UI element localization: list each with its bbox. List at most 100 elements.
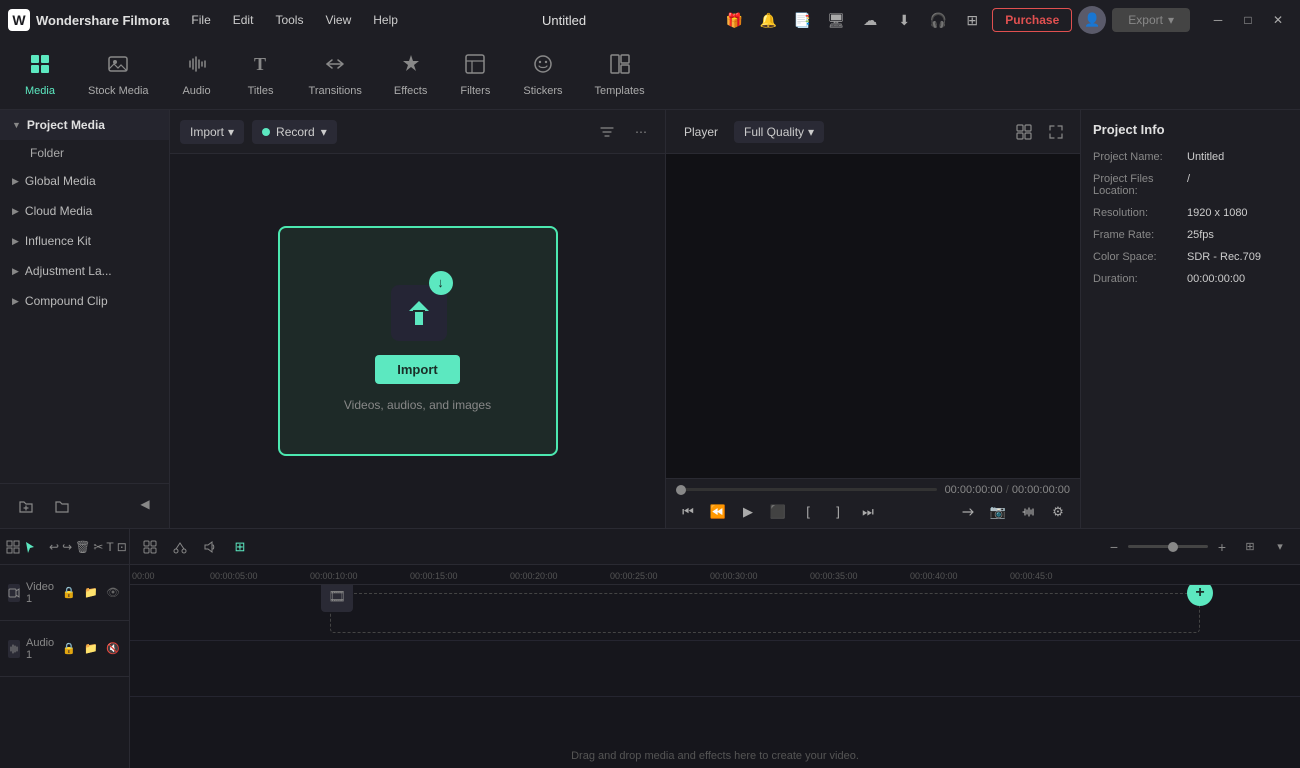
sidebar-item-influence-kit[interactable]: ▶ Influence Kit	[0, 226, 169, 256]
undo-button[interactable]: ↩	[49, 535, 59, 559]
duration-row: Duration: 00:00:00:00	[1093, 273, 1288, 285]
text-tool[interactable]: T	[106, 535, 113, 559]
bookmark-icon[interactable]: 📑	[788, 6, 816, 34]
cloud-icon[interactable]: ☁	[856, 6, 884, 34]
project-files-label: Project Files Location:	[1093, 173, 1183, 197]
app-logo: W Wondershare Filmora	[8, 9, 169, 31]
timeline-grid-view-button[interactable]: ⊞	[1238, 535, 1262, 559]
mark-in-button[interactable]: [	[796, 500, 820, 524]
menu-tools[interactable]: Tools	[265, 9, 313, 31]
video-eye-icon[interactable]: 👁	[104, 584, 122, 602]
settings-button[interactable]: ⚙	[1046, 500, 1070, 524]
zoom-slider[interactable]	[1128, 545, 1208, 548]
tool-stickers[interactable]: Stickers	[509, 45, 576, 105]
timeline-area: ↩ ↪ 🗑 ✂ T ⊡ Video 1 🔒 📁 👁	[0, 528, 1300, 768]
timeline-tracks-left: Video 1 🔒 📁 👁 Audio 1 🔒 📁 🔇	[0, 565, 129, 768]
tool-titles[interactable]: T Titles	[231, 45, 291, 105]
timeline-clip-button[interactable]	[168, 535, 192, 559]
ruler-mark-1: 00:00:05:00	[210, 571, 258, 581]
tool-templates[interactable]: Templates	[580, 45, 658, 105]
zoom-out-button[interactable]: −	[1104, 537, 1124, 557]
timeline-select-tool[interactable]	[23, 535, 37, 559]
grid-icon[interactable]: ⊞	[958, 6, 986, 34]
timeline-grid-button[interactable]	[6, 535, 20, 559]
maximize-button[interactable]: □	[1234, 6, 1262, 34]
minimize-button[interactable]: ─	[1204, 6, 1232, 34]
menu-view[interactable]: View	[315, 9, 361, 31]
download-icon[interactable]: ⬇	[890, 6, 918, 34]
crop-tool[interactable]: ⊡	[117, 535, 127, 559]
tool-audio[interactable]: Audio	[167, 45, 227, 105]
tool-media[interactable]: Media	[10, 45, 70, 105]
tool-transitions[interactable]: Transitions	[295, 45, 376, 105]
redo-button[interactable]: ↪	[62, 535, 72, 559]
skip-back-button[interactable]: ⏮	[676, 500, 700, 524]
add-track-button[interactable]	[138, 535, 162, 559]
video-lock-icon[interactable]: 🔒	[60, 584, 78, 602]
filter-settings-icon[interactable]	[593, 118, 621, 146]
folder-button[interactable]	[48, 492, 76, 520]
audio-lock-icon[interactable]: 🔒	[60, 640, 78, 658]
sidebar-item-adjustment-la[interactable]: ▶ Adjustment La...	[0, 256, 169, 286]
export-button[interactable]: Export ▾	[1112, 8, 1190, 32]
sidebar-item-cloud-media[interactable]: ▶ Cloud Media	[0, 196, 169, 226]
add-folder-button[interactable]	[12, 492, 40, 520]
zoom-in-button[interactable]: +	[1212, 537, 1232, 557]
quality-select[interactable]: Full Quality ▾	[734, 121, 824, 143]
resolution-row: Resolution: 1920 x 1080	[1093, 207, 1288, 219]
menu-file[interactable]: File	[181, 9, 220, 31]
sidebar-item-compound-clip[interactable]: ▶ Compound Clip	[0, 286, 169, 316]
tool-filters[interactable]: Filters	[445, 45, 505, 105]
mark-out-button[interactable]: ]	[826, 500, 850, 524]
progress-thumb	[676, 485, 686, 495]
timeline-settings-button[interactable]: ▾	[1268, 535, 1292, 559]
audio-folder-icon[interactable]: 📁	[82, 640, 100, 658]
tool-effects[interactable]: Effects	[380, 45, 441, 105]
tool-stock-media[interactable]: Stock Media	[74, 45, 163, 105]
drop-import-button[interactable]: Import	[375, 355, 459, 384]
fullscreen-icon[interactable]	[1042, 118, 1070, 146]
more-options-icon[interactable]: ⋯	[627, 118, 655, 146]
snap-toggle-button[interactable]: ⊞	[228, 535, 252, 559]
audio-track-left: Audio 1 🔒 📁 🔇	[0, 621, 129, 677]
delete-button[interactable]: 🗑	[75, 535, 90, 559]
timeline-ruler: 00:00 00:00:05:00 00:00:10:00 00:00:15:0…	[130, 565, 1300, 585]
rewind-button[interactable]: ⏪	[706, 500, 730, 524]
sidebar-item-global-media[interactable]: ▶ Global Media	[0, 166, 169, 196]
timeline-audio-button[interactable]	[198, 535, 222, 559]
audio-waveform-button[interactable]	[1016, 500, 1040, 524]
sidebar-folder[interactable]: Folder	[0, 140, 169, 166]
svg-text:T: T	[254, 54, 266, 74]
play-button[interactable]: ▶	[736, 500, 760, 524]
screenshot-button[interactable]: 📷	[986, 500, 1010, 524]
drop-zone-inner[interactable]: ↓ Import Videos, audios, and images	[278, 226, 558, 456]
video-folder-icon[interactable]: 📁	[82, 584, 100, 602]
sidebar-item-project-media[interactable]: ▼ Project Media	[0, 110, 169, 140]
monitor-icon[interactable]: 🖥	[822, 6, 850, 34]
avatar[interactable]: 👤	[1078, 6, 1106, 34]
import-button[interactable]: Import ▾	[180, 120, 244, 144]
bell-icon[interactable]: 🔔	[754, 6, 782, 34]
record-button[interactable]: Record ▾	[252, 120, 337, 144]
resolution-label: Resolution:	[1093, 207, 1183, 219]
snap-button[interactable]	[956, 500, 980, 524]
stop-button[interactable]: ⬛	[766, 500, 790, 524]
close-button[interactable]: ✕	[1264, 6, 1292, 34]
gift-icon[interactable]: 🎁	[720, 6, 748, 34]
video-drop-target[interactable]: 🎞 +	[330, 593, 1200, 633]
next-frame-button[interactable]: ⏭	[856, 500, 880, 524]
titles-icon: T	[250, 53, 272, 81]
menu-edit[interactable]: Edit	[223, 9, 264, 31]
cut-button[interactable]: ✂	[93, 535, 103, 559]
arrow-icon: ▼	[12, 120, 21, 130]
progress-track[interactable]	[676, 488, 937, 491]
headphone-icon[interactable]: 🎧	[924, 6, 952, 34]
menu-help[interactable]: Help	[363, 9, 408, 31]
audio-mute-icon[interactable]: 🔇	[104, 640, 122, 658]
add-clip-button[interactable]: +	[1187, 585, 1213, 606]
progress-bar[interactable]: 00:00:00:00 / 00:00:00:00	[676, 484, 1070, 496]
player-tab[interactable]: Player	[676, 121, 726, 143]
collapse-sidebar-button[interactable]: ◀	[133, 492, 157, 516]
purchase-button[interactable]: Purchase	[992, 8, 1072, 32]
grid-layout-icon[interactable]	[1010, 118, 1038, 146]
